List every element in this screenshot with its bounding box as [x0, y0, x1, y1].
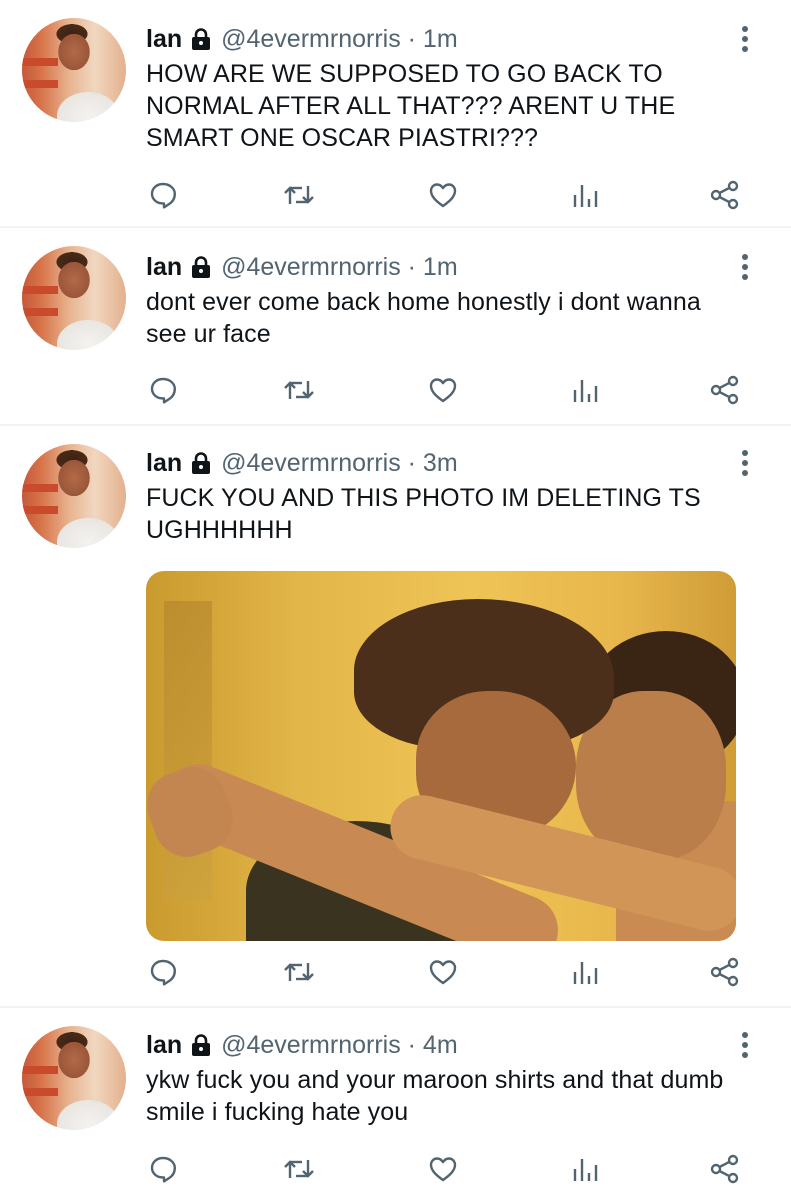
tweet-actions — [146, 373, 746, 407]
heart-icon[interactable] — [426, 955, 460, 989]
retweet-icon[interactable] — [282, 178, 316, 212]
tweet-actions — [146, 1152, 746, 1186]
tweet[interactable]: lan @4evermrnorris · 3m FUCK YOU AND THI… — [0, 426, 791, 1008]
retweet-icon[interactable] — [282, 373, 316, 407]
tweet-photo[interactable] — [146, 571, 736, 941]
more-vertical-icon[interactable] — [742, 450, 748, 480]
share-icon[interactable] — [708, 178, 742, 212]
tweet[interactable]: lan @4evermrnorris · 1m dont ever come b… — [0, 228, 791, 426]
handle-timestamp[interactable]: @4evermrnorris · 1m — [221, 25, 458, 54]
handle-timestamp[interactable]: @4evermrnorris · 4m — [221, 1031, 458, 1060]
display-name[interactable]: lan — [146, 1031, 182, 1060]
lock-icon — [191, 452, 211, 474]
avatar[interactable] — [22, 18, 126, 122]
tweet[interactable]: lan @4evermrnorris · 4m ykw fuck you and… — [0, 1008, 791, 1200]
reply-icon[interactable] — [146, 373, 180, 407]
tweet-text: FUCK YOU AND THIS PHOTO IM DELETING TS U… — [146, 484, 701, 544]
avatar[interactable] — [22, 246, 126, 350]
tweet-actions — [146, 178, 746, 212]
reply-icon[interactable] — [146, 955, 180, 989]
lock-icon — [191, 1034, 211, 1056]
analytics-icon[interactable] — [568, 373, 602, 407]
heart-icon[interactable] — [426, 373, 460, 407]
avatar[interactable] — [22, 444, 126, 548]
heart-icon[interactable] — [426, 1152, 460, 1186]
share-icon[interactable] — [708, 373, 742, 407]
tweet-text: dont ever come back home honestly i dont… — [146, 288, 701, 348]
tweet-text: ykw fuck you and your maroon shirts and … — [146, 1066, 724, 1126]
handle-timestamp[interactable]: @4evermrnorris · 3m — [221, 449, 458, 478]
heart-icon[interactable] — [426, 178, 460, 212]
more-vertical-icon[interactable] — [742, 1032, 748, 1062]
analytics-icon[interactable] — [568, 178, 602, 212]
reply-icon[interactable] — [146, 1152, 180, 1186]
display-name[interactable]: lan — [146, 253, 182, 282]
reply-icon[interactable] — [146, 178, 180, 212]
retweet-icon[interactable] — [282, 955, 316, 989]
lock-icon — [191, 256, 211, 278]
retweet-icon[interactable] — [282, 1152, 316, 1186]
tweet-text: HOW ARE WE SUPPOSED TO GO BACK TO NORMAL… — [146, 60, 676, 152]
handle-timestamp[interactable]: @4evermrnorris · 1m — [221, 253, 458, 282]
tweet-actions — [146, 955, 746, 989]
analytics-icon[interactable] — [568, 955, 602, 989]
more-vertical-icon[interactable] — [742, 26, 748, 56]
tweet[interactable]: lan @4evermrnorris · 1m HOW ARE WE SUPPO… — [0, 0, 791, 228]
display-name[interactable]: lan — [146, 25, 182, 54]
analytics-icon[interactable] — [568, 1152, 602, 1186]
more-vertical-icon[interactable] — [742, 254, 748, 284]
display-name[interactable]: lan — [146, 449, 182, 478]
share-icon[interactable] — [708, 955, 742, 989]
lock-icon — [191, 28, 211, 50]
share-icon[interactable] — [708, 1152, 742, 1186]
avatar[interactable] — [22, 1026, 126, 1130]
